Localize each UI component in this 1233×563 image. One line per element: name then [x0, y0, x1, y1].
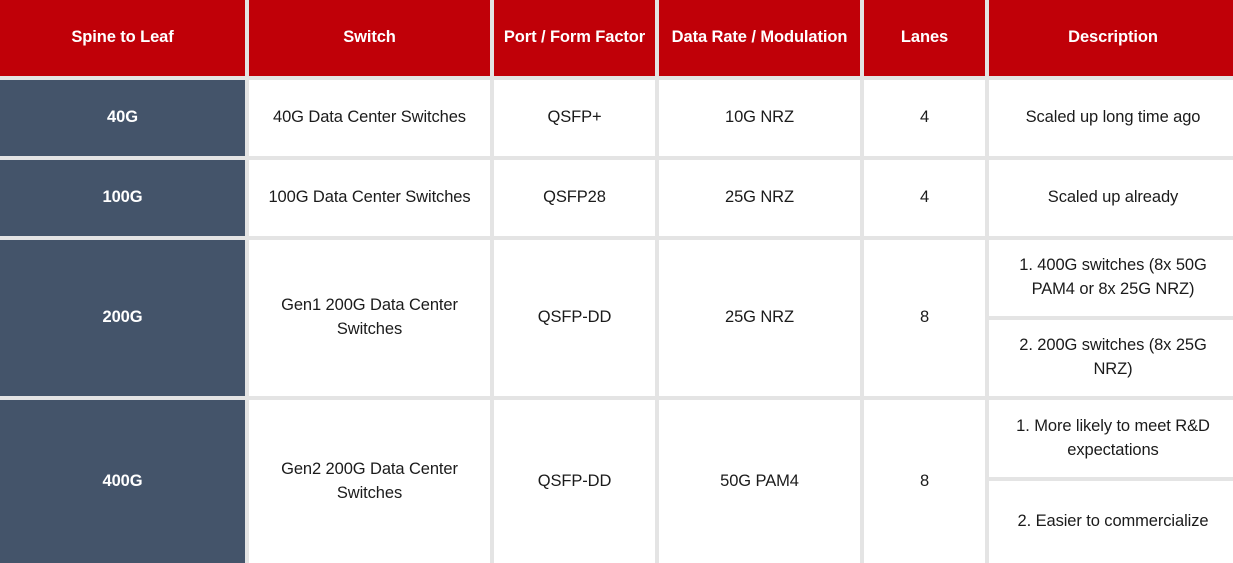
cell-port: QSFP28 — [494, 160, 655, 236]
cell-description: 1. 400G switches (8x 50G PAM4 or 8x 25G … — [989, 240, 1233, 396]
table-row: 100G 100G Data Center Switches QSFP28 25… — [0, 160, 1233, 236]
description-item: Scaled up long time ago — [989, 80, 1233, 156]
cell-switch: Gen1 200G Data Center Switches — [249, 240, 490, 396]
column-header-spine-to-leaf: Spine to Leaf — [0, 0, 245, 76]
cell-speed: 400G — [0, 400, 245, 563]
description-item: Scaled up already — [989, 160, 1233, 236]
table-body: 40G 40G Data Center Switches QSFP+ 10G N… — [0, 80, 1233, 563]
column-header-lanes: Lanes — [864, 0, 985, 76]
description-item: 2. Easier to commercialize — [989, 481, 1233, 563]
cell-speed: 40G — [0, 80, 245, 156]
description-item: 1. More likely to meet R&D expectations — [989, 400, 1233, 477]
cell-lanes: 8 — [864, 400, 985, 563]
cell-switch: 40G Data Center Switches — [249, 80, 490, 156]
description-item: 1. 400G switches (8x 50G PAM4 or 8x 25G … — [989, 240, 1233, 316]
table-row: 40G 40G Data Center Switches QSFP+ 10G N… — [0, 80, 1233, 156]
column-header-description: Description — [989, 0, 1233, 76]
cell-description: Scaled up already — [989, 160, 1233, 236]
cell-lanes: 4 — [864, 160, 985, 236]
column-header-data-rate-modulation: Data Rate / Modulation — [659, 0, 860, 76]
cell-switch: Gen2 200G Data Center Switches — [249, 400, 490, 563]
cell-port: QSFP-DD — [494, 400, 655, 563]
cell-data-rate: 10G NRZ — [659, 80, 860, 156]
cell-lanes: 8 — [864, 240, 985, 396]
column-header-switch: Switch — [249, 0, 490, 76]
description-item: 2. 200G switches (8x 25G NRZ) — [989, 320, 1233, 396]
cell-description: Scaled up long time ago — [989, 80, 1233, 156]
column-header-port-form-factor: Port / Form Factor — [494, 0, 655, 76]
table-row: 400G Gen2 200G Data Center Switches QSFP… — [0, 400, 1233, 563]
cell-switch: 100G Data Center Switches — [249, 160, 490, 236]
cell-data-rate: 25G NRZ — [659, 240, 860, 396]
table-header-row: Spine to Leaf Switch Port / Form Factor … — [0, 0, 1233, 76]
comparison-table: Spine to Leaf Switch Port / Form Factor … — [0, 0, 1233, 563]
cell-speed: 200G — [0, 240, 245, 396]
cell-lanes: 4 — [864, 80, 985, 156]
cell-port: QSFP+ — [494, 80, 655, 156]
cell-port: QSFP-DD — [494, 240, 655, 396]
table-row: 200G Gen1 200G Data Center Switches QSFP… — [0, 240, 1233, 396]
cell-speed: 100G — [0, 160, 245, 236]
cell-data-rate: 25G NRZ — [659, 160, 860, 236]
cell-data-rate: 50G PAM4 — [659, 400, 860, 563]
cell-description: 1. More likely to meet R&D expectations … — [989, 400, 1233, 563]
